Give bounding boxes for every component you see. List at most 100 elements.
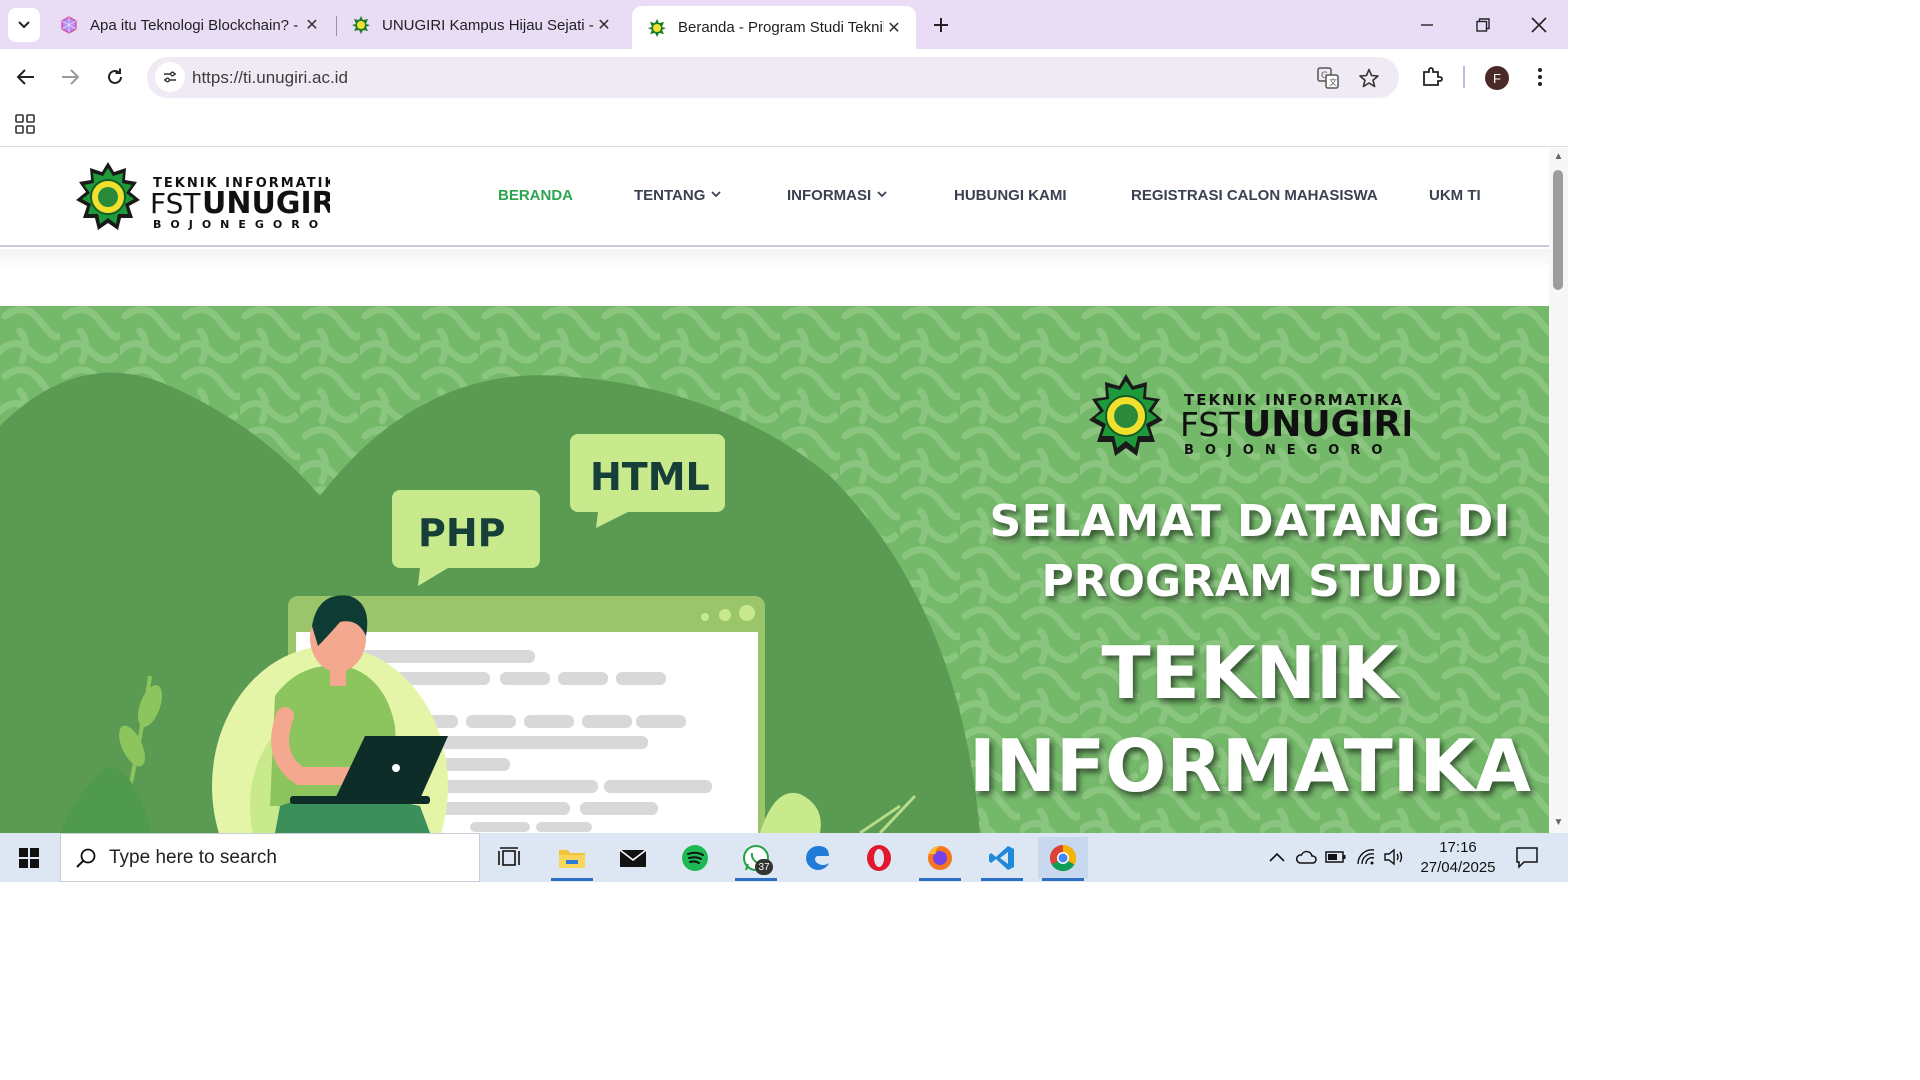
unugiri-logo-icon [352, 16, 370, 34]
hero-heading-line3: TEKNIK [1101, 631, 1399, 715]
scrollbar-thumb[interactable] [1553, 170, 1563, 290]
close-icon[interactable]: ✕ [884, 18, 904, 38]
profile-avatar[interactable]: F [1485, 66, 1509, 90]
firefox-icon [928, 846, 952, 870]
svg-text:BOJONEGORO: BOJONEGORO [1184, 443, 1393, 458]
back-button[interactable] [10, 61, 42, 93]
tab-search-button[interactable] [8, 8, 40, 42]
menu-button[interactable] [1524, 61, 1556, 93]
task-view-icon [498, 847, 520, 866]
site-logo[interactable]: TEKNIK INFORMATIKA FST UNUGIRI BOJONEGOR… [70, 160, 347, 236]
start-button[interactable] [0, 833, 58, 882]
tab-title: Apa itu Teknologi Blockchain? - [90, 16, 299, 34]
hero-heading-line1: SELAMAT DATANG DI [989, 496, 1511, 547]
chevron-down-icon [18, 21, 30, 29]
logo-bojonegoro: BOJONEGORO [153, 218, 327, 231]
vscode-app[interactable] [977, 837, 1027, 881]
svg-text:FST: FST [1180, 405, 1240, 444]
spotify-icon [682, 845, 708, 871]
restore-button[interactable] [1468, 10, 1498, 40]
html-bubble-label: HTML [590, 455, 710, 499]
nav-hubungi-kami[interactable]: HUBUNGI KAMI [954, 187, 1067, 204]
hero-banner: PHP HTML TEKNIK INFORMATIKA FST UNUGIRI … [0, 306, 1549, 833]
header-shadow [0, 249, 1549, 306]
bookmarks-bar [0, 105, 1568, 147]
file-explorer-app[interactable] [547, 837, 597, 881]
nav-ukm-ti[interactable]: UKM TI [1429, 187, 1481, 204]
forward-button[interactable] [54, 61, 86, 93]
search-icon [76, 848, 96, 868]
clock-time: 17:16 [1439, 839, 1477, 856]
bookmark-star-icon[interactable] [1356, 65, 1382, 91]
close-icon[interactable]: ✕ [302, 15, 322, 35]
plus-icon [934, 18, 948, 32]
firefox-app[interactable] [915, 837, 965, 881]
tab-strip: Apa itu Teknologi Blockchain? - ✕ UNUGIR… [0, 0, 1568, 49]
taskbar-clock[interactable]: 17:16 27/04/2025 [1412, 838, 1504, 878]
close-icon[interactable]: ✕ [594, 15, 614, 35]
tab-title: UNUGIRI Kampus Hijau Sejati - [382, 16, 594, 34]
more-vertical-icon [1538, 68, 1542, 86]
hero-heading-line4: INFORMATIKA [968, 724, 1532, 808]
clock-date: 27/04/2025 [1420, 859, 1496, 876]
taskbar-search-box[interactable]: Type here to search [60, 833, 480, 882]
folder-icon [559, 850, 585, 868]
tab-blockchain[interactable]: Apa itu Teknologi Blockchain? - ✕ [44, 6, 334, 44]
site-header: TEKNIK INFORMATIKA FST UNUGIRI BOJONEGOR… [0, 148, 1549, 247]
tab-title: Beranda - Program Studi Teknik [678, 19, 884, 36]
new-tab-button[interactable] [928, 12, 954, 38]
page-scrollbar[interactable]: ▲ ▼ [1549, 148, 1568, 833]
close-window-button[interactable] [1524, 10, 1554, 40]
notification-center-icon[interactable] [1515, 845, 1541, 871]
nav-beranda[interactable]: BERANDA [498, 187, 573, 204]
nav-tentang[interactable]: TENTANG [634, 187, 722, 204]
mail-icon [619, 849, 647, 867]
logo-unugiri: UNUGIRI [202, 186, 330, 221]
arrow-right-icon [62, 69, 80, 85]
task-view-button[interactable] [485, 837, 535, 879]
whatsapp-app[interactable]: 37 [731, 837, 781, 881]
site-info-icon[interactable] [155, 62, 185, 92]
edge-app[interactable] [793, 837, 843, 879]
opera-icon [867, 845, 891, 871]
opera-app[interactable] [854, 837, 904, 879]
chevron-down-icon [711, 190, 722, 201]
nav-registrasi[interactable]: REGISTRASI CALON MAHASISWA [1131, 187, 1378, 204]
volume-icon[interactable] [1382, 845, 1406, 869]
cube-icon [60, 16, 78, 34]
apps-grid-icon[interactable] [14, 113, 36, 135]
spotify-app[interactable] [670, 837, 720, 879]
browser-toolbar: https://ti.unugiri.ac.id G文 [0, 49, 1568, 105]
minimize-button[interactable] [1412, 10, 1442, 40]
url-text: https://ti.unugiri.ac.id [192, 68, 348, 87]
edge-icon [806, 846, 829, 870]
extensions-button[interactable] [1416, 61, 1448, 93]
nav-informasi[interactable]: INFORMASI [787, 187, 887, 204]
tab-beranda-active[interactable]: Beranda - Program Studi Teknik ✕ [632, 6, 916, 49]
unugiri-logo-icon [648, 18, 666, 37]
taskbar-search-placeholder: Type here to search [109, 846, 277, 868]
chevron-down-icon [877, 190, 887, 201]
page-viewport: TEKNIK INFORMATIKA FST UNUGIRI BOJONEGOR… [0, 148, 1549, 833]
wifi-icon[interactable] [1354, 845, 1378, 869]
toolbar-divider [1463, 66, 1465, 88]
close-icon [1531, 17, 1547, 33]
hero-logo: TEKNIK INFORMATIKA FST UNUGIRI BOJONEGOR… [1080, 372, 1415, 468]
restore-icon [1476, 18, 1490, 32]
address-bar[interactable]: https://ti.unugiri.ac.id G文 [147, 57, 1399, 98]
hero-heading-line2: PROGRAM STUDI [1041, 556, 1459, 607]
scroll-down-icon[interactable]: ▼ [1552, 818, 1565, 828]
tab-unugiri[interactable]: UNUGIRI Kampus Hijau Sejati - ✕ [336, 6, 626, 44]
chrome-app[interactable] [1038, 837, 1088, 881]
scroll-up-icon[interactable]: ▲ [1552, 152, 1565, 162]
mail-app[interactable] [608, 837, 658, 879]
reload-icon [108, 68, 122, 84]
translate-icon[interactable]: G文 [1315, 65, 1341, 91]
svg-text:文: 文 [1329, 77, 1337, 87]
tray-overflow-icon[interactable] [1265, 845, 1289, 869]
onedrive-icon[interactable] [1294, 845, 1318, 869]
battery-icon[interactable] [1324, 845, 1348, 869]
arrow-left-icon [16, 69, 34, 85]
logo-fst: FST [150, 187, 201, 220]
reload-button[interactable] [99, 61, 131, 93]
